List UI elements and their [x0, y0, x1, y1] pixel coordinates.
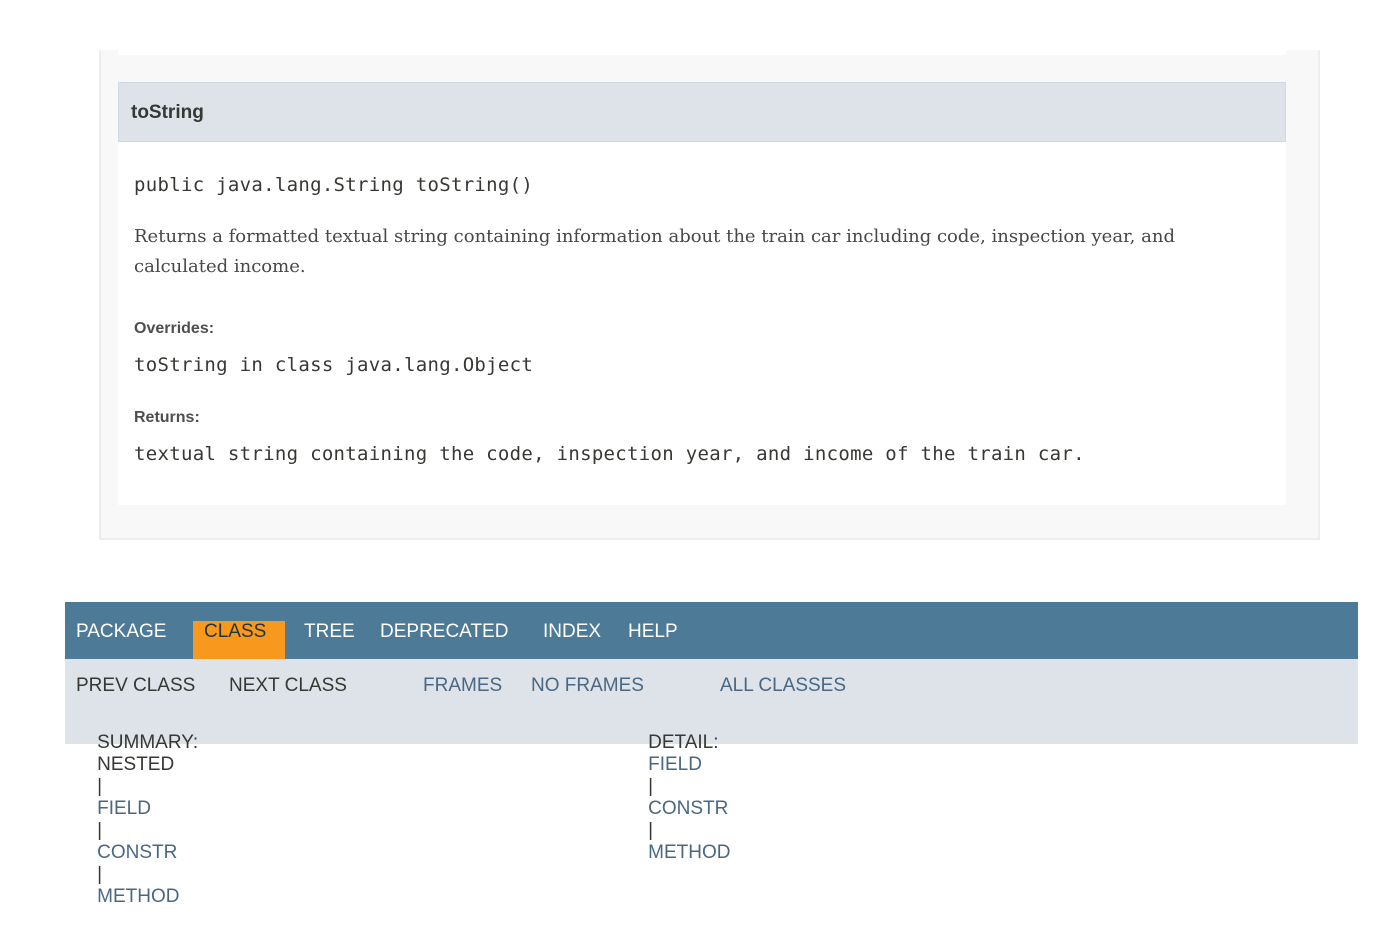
nav-index[interactable]: INDEX: [543, 621, 601, 643]
method-signature: public java.lang.String toString(): [134, 174, 534, 196]
nav-package[interactable]: PACKAGE: [76, 621, 166, 643]
method-header: toString: [118, 82, 1286, 142]
next-class: NEXT CLASS: [229, 675, 347, 696]
separator: |: [648, 820, 654, 841]
method-detail-section: toString public java.lang.String toStrin…: [99, 50, 1320, 540]
separator: |: [648, 776, 654, 797]
method-block-tostring: toString public java.lang.String toStrin…: [118, 82, 1286, 505]
summary-nested: NESTED: [97, 754, 175, 775]
detail-label: DETAIL:: [648, 732, 719, 753]
all-classes-link[interactable]: ALL CLASSES: [720, 675, 846, 697]
summary-field-link[interactable]: FIELD: [97, 798, 151, 819]
nav-class[interactable]: CLASS: [204, 621, 266, 643]
summary-method-link[interactable]: METHOD: [97, 886, 179, 907]
detail-row: DETAIL: FIELD | CONSTR | METHOD: [627, 710, 730, 886]
detail-method-link[interactable]: METHOD: [648, 842, 730, 863]
frames-link[interactable]: FRAMES: [423, 675, 502, 697]
previous-method-block: [118, 50, 1286, 55]
detail-constr-link[interactable]: CONSTR: [648, 798, 728, 819]
summary-row: SUMMARY: NESTED | FIELD | CONSTR | METHO…: [76, 710, 198, 930]
separator: |: [97, 776, 103, 797]
overrides-value: toString in class java.lang.Object: [134, 354, 534, 376]
summary-label: SUMMARY:: [97, 732, 199, 753]
returns-value: textual string containing the code, insp…: [134, 443, 1085, 465]
separator: |: [97, 820, 103, 841]
detail-field-link[interactable]: FIELD: [648, 754, 702, 775]
overrides-label: Overrides:: [134, 320, 215, 337]
top-navbar: PACKAGE CLASS TREE DEPRECATED INDEX HELP: [65, 602, 1358, 663]
nav-help[interactable]: HELP: [628, 621, 678, 643]
nav-tree[interactable]: TREE: [304, 621, 355, 643]
method-name: toString: [131, 102, 204, 123]
method-description: Returns a formatted textual string conta…: [134, 226, 1175, 277]
nav-deprecated[interactable]: DEPRECATED: [380, 621, 508, 643]
sub-navbar: PREV CLASS NEXT CLASS FRAMES NO FRAMES A…: [65, 659, 1358, 907]
summary-constr-link[interactable]: CONSTR: [97, 842, 177, 863]
prev-class: PREV CLASS: [76, 675, 196, 696]
returns-label: Returns:: [134, 409, 200, 426]
separator: |: [97, 864, 103, 885]
no-frames-link[interactable]: NO FRAMES: [531, 675, 644, 697]
